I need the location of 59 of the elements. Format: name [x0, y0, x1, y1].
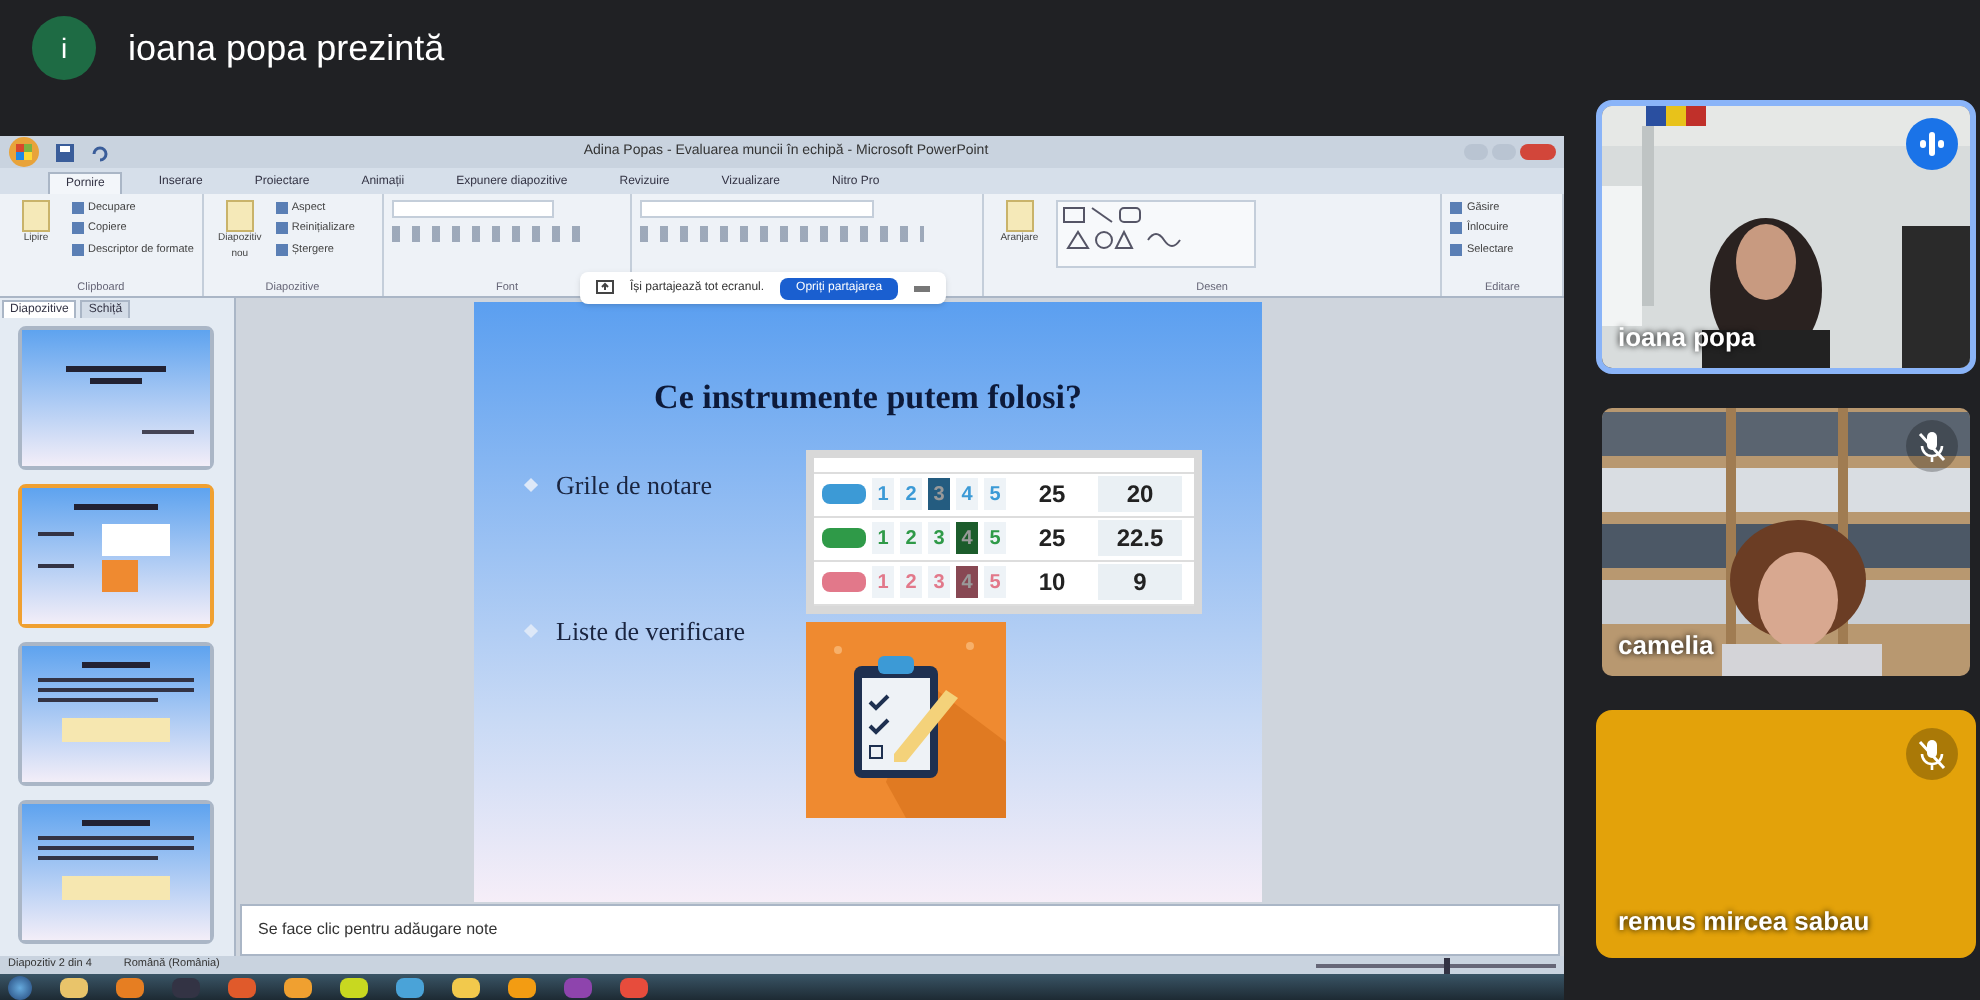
taskbar-icon[interactable]	[116, 977, 144, 997]
table-cell-text: 10	[1036, 566, 1068, 600]
score-cell: 2	[900, 522, 922, 554]
save-icon[interactable]	[56, 143, 74, 161]
undo-icon[interactable]	[90, 143, 108, 161]
score-cell: 1	[872, 478, 894, 510]
table-cell: 20	[1098, 476, 1182, 512]
taskbar-icon[interactable]	[60, 977, 88, 997]
score-cell: 3	[928, 478, 950, 510]
bullet-icon	[523, 477, 539, 492]
taskbar-icon[interactable]	[620, 977, 648, 997]
document-icon	[225, 200, 254, 232]
participant-name: camelia	[1618, 627, 1714, 663]
slide-title: Ce instrumente putem folosi?	[652, 376, 1084, 420]
score-cell: 4	[956, 522, 978, 554]
bullet-icon	[523, 624, 539, 639]
presenting-label: ioana popa prezintă	[128, 26, 445, 72]
shapes-gallery[interactable]	[1055, 200, 1256, 268]
document-icon	[1005, 200, 1034, 232]
score-cell: 3	[928, 522, 950, 554]
start-button[interactable]	[8, 975, 32, 999]
slide-thumbnail[interactable]	[18, 484, 214, 628]
score-cell: 5	[984, 566, 1006, 598]
notes-field[interactable]: Se face clic pentru adăugare note	[240, 904, 1560, 956]
score-cell: 4	[956, 478, 978, 510]
screen-share-icon	[596, 280, 614, 296]
document-icon	[22, 200, 50, 232]
slide-thumbnail[interactable]	[18, 800, 214, 944]
close-button[interactable]	[1520, 144, 1556, 160]
bullet-text: Liste de verificare	[556, 614, 746, 650]
taskbar-icon[interactable]	[452, 977, 480, 997]
taskbar-icon[interactable]	[508, 977, 536, 997]
table-cell-text: 25	[1036, 522, 1068, 556]
speaking-indicator-icon	[1906, 118, 1958, 170]
taskbar-icon[interactable]	[396, 977, 424, 997]
score-cell: 2	[900, 566, 922, 598]
table-cell-text: 25	[1036, 478, 1068, 512]
slide-thumbnail[interactable]	[18, 642, 214, 786]
taskbar-icon[interactable]	[228, 977, 256, 997]
office-button-icon[interactable]	[8, 136, 40, 168]
score-cell: 5	[984, 522, 1006, 554]
table-cell: 9	[1098, 564, 1182, 600]
font-field[interactable]	[391, 200, 554, 218]
slide-thumbnail[interactable]	[18, 326, 214, 470]
score-cell: 1	[872, 566, 894, 598]
score-cell: 4	[956, 566, 978, 598]
zoom-slider-thumb[interactable]	[1444, 957, 1451, 973]
score-cell: 3	[928, 566, 950, 598]
presenter-avatar: i	[32, 16, 96, 80]
bullet-text: Grile de notare	[556, 467, 712, 503]
participant-name: remus mircea sabau	[1618, 903, 1870, 939]
font-field[interactable]	[640, 200, 874, 218]
score-cell: 2	[900, 478, 922, 510]
table-cell: 22.5	[1098, 520, 1182, 556]
score-cell: 5	[984, 478, 1006, 510]
score-cell: 1	[872, 522, 894, 554]
taskbar-icon[interactable]	[284, 977, 312, 997]
minimize-button[interactable]	[914, 285, 931, 291]
taskbar-icon[interactable]	[340, 977, 368, 997]
